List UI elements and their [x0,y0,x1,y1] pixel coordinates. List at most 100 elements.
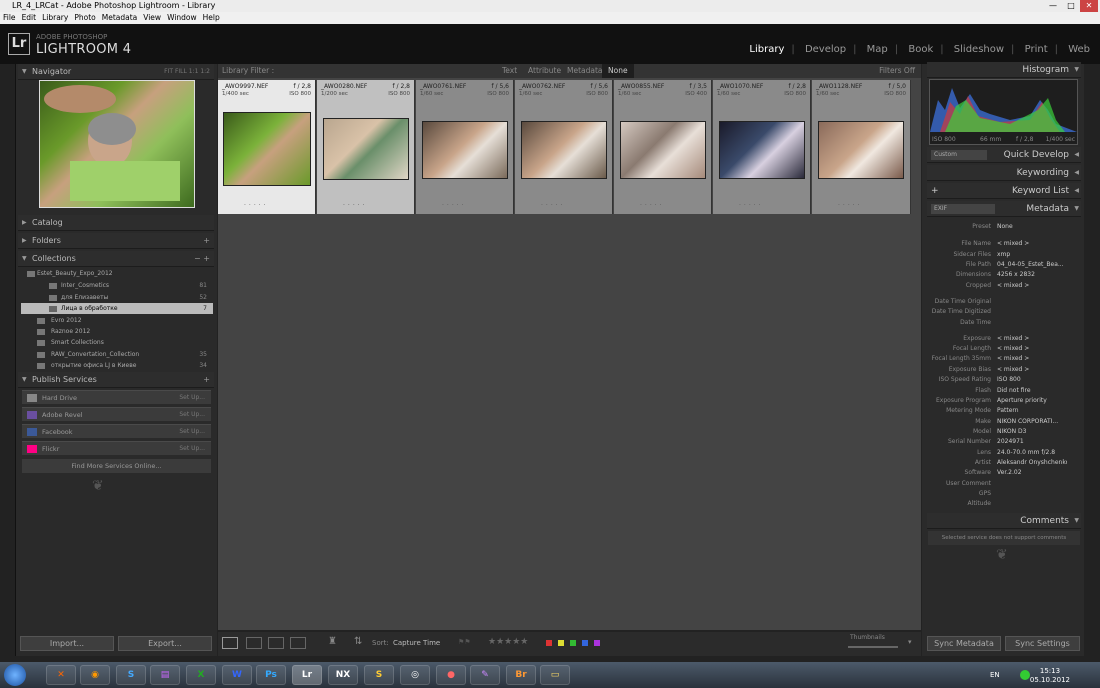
histogram-header[interactable]: Histogram ▼ [927,62,1081,78]
metadata-value[interactable]: < mixed > [997,334,1067,344]
menu-photo[interactable]: Photo [71,12,98,24]
metadata-value[interactable]: NIKON D3 [997,427,1067,437]
menu-edit[interactable]: Edit [19,12,40,24]
toolbar-menu-icon[interactable]: ▾ [908,638,912,646]
word-icon[interactable]: W [222,665,252,685]
menu-file[interactable]: File [0,12,19,24]
rating-dots[interactable]: ····· [640,202,665,209]
pen-tool-icon[interactable]: ✎ [470,665,500,685]
metadata-view-dropdown[interactable]: EXIF [931,204,995,214]
collections-actions-icon[interactable]: − + [194,251,210,267]
thumbnail[interactable] [719,121,805,179]
grid-view-icon[interactable] [222,637,238,649]
thumbnail[interactable] [323,118,409,180]
rating-dots[interactable]: ····· [442,202,467,209]
menu-library[interactable]: Library [39,12,71,24]
grid-cell[interactable]: _AWO0855.NEF f / 3,5 1/60 sec ISO 400 ····· [614,80,712,214]
setup-link[interactable]: Set Up... [179,442,205,456]
metadata-value[interactable]: < mixed > [997,281,1067,291]
module-map[interactable]: Map [867,44,888,55]
explorer-folder-icon[interactable]: ▭ [540,665,570,685]
system-clock[interactable]: 15:13 05.10.2012 [1030,667,1070,685]
metadata-value[interactable]: Aleksandr Onyshchenko [997,458,1067,468]
thumbnail[interactable] [620,121,706,179]
language-indicator[interactable]: EN [990,671,1000,679]
menu-window[interactable]: Window [164,12,200,24]
app-media-icon[interactable]: ◎ [400,665,430,685]
metadata-value[interactable]: 4256 x 2832 [997,270,1067,280]
metadata-value[interactable]: 24.0-70.0 mm f/2.8 [997,448,1067,458]
metadata-value[interactable]: < mixed > [997,239,1067,249]
sort-dropdown[interactable]: Capture Time [393,639,440,647]
chrome-icon[interactable]: ● [436,665,466,685]
photoshop-icon[interactable]: Ps [256,665,286,685]
publish-facebook[interactable]: Facebook Set Up... [22,424,211,438]
thumbnail-size-slider[interactable] [848,646,898,648]
setup-link[interactable]: Set Up... [179,391,205,405]
metadata-header[interactable]: EXIF Metadata ▼ [927,201,1081,217]
publish-services-header[interactable]: ▼ Publish Services + [18,372,214,388]
setup-link[interactable]: Set Up... [179,425,205,439]
navigator-header[interactable]: ▼ Navigator FIT FILL 1:1 1:2 [18,64,214,80]
collection-set[interactable]: Evro 2012 [21,315,213,326]
filter-tab-attribute[interactable]: Attribute [528,64,561,78]
grid-cell[interactable]: _AWO1070.NEF f / 2,8 1/60 sec ISO 800 ····· [713,80,811,214]
loupe-view-icon[interactable] [246,637,262,649]
maximize-icon[interactable]: □ [1062,0,1080,12]
folders-header[interactable]: ▶ Folders + [18,233,214,249]
skype-icon[interactable]: S [116,665,146,685]
color-label-purple[interactable] [594,640,600,646]
collection-item-selected[interactable]: Лица в обработке 7 [21,303,213,314]
collection-set[interactable]: Raznoe 2012 [21,326,213,337]
menu-help[interactable]: Help [200,12,223,24]
rating-dots[interactable]: ····· [739,202,764,209]
flag-icon[interactable]: ⚑⚑ [458,638,471,646]
color-label-blue[interactable] [582,640,588,646]
module-print[interactable]: Print [1025,44,1048,55]
metadata-value[interactable] [997,307,1067,317]
module-book[interactable]: Book [908,44,933,55]
thumbnail[interactable] [223,112,311,186]
collection-item[interactable]: Inter_Cosmetics 81 [21,280,213,291]
filters-off-dropdown[interactable]: Filters Off [879,64,915,78]
metadata-value[interactable] [997,479,1067,489]
color-label-red[interactable] [546,640,552,646]
metadata-value[interactable] [997,318,1067,328]
rating-dots[interactable]: ····· [541,202,566,209]
import-button[interactable]: Import... [20,636,114,651]
collections-header[interactable]: ▼ Collections − + [18,251,214,267]
menu-view[interactable]: View [140,12,164,24]
filter-tab-none[interactable]: None [602,64,634,78]
comments-header[interactable]: Comments ▼ [927,513,1081,529]
filter-tab-text[interactable]: Text [502,64,517,78]
metadata-value[interactable]: Did not fire [997,386,1067,396]
publish-adobe-revel[interactable]: Adobe Revel Set Up... [22,407,211,421]
export-button[interactable]: Export... [118,636,212,651]
collection-set[interactable]: Smart Collections [21,337,213,348]
color-label-yellow[interactable] [558,640,564,646]
thumbnail[interactable] [422,121,508,179]
quick-develop-preset-dropdown[interactable]: Custom [931,150,987,160]
winrar-icon[interactable]: ▤ [150,665,180,685]
grid-cell-selected[interactable]: _AWO9997.NEF f / 2,8 1/400 sec ISO 800 ····· [218,80,316,214]
metadata-value[interactable]: Ver.2.02 [997,468,1067,478]
close-icon[interactable]: ✕ [1080,0,1098,12]
sort-direction-icon[interactable]: ⇅ [354,636,362,647]
metadata-value[interactable]: 2024971 [997,437,1067,447]
collection-item[interactable]: RAW_Convertation_Collection 35 [21,349,213,360]
grid-cell[interactable]: _AWO1128.NEF f / 5,0 1/60 sec ISO 800 ····· [812,80,911,214]
rating-dots[interactable]: ····· [244,202,269,209]
add-service-icon[interactable]: + [203,372,210,388]
color-label-green[interactable] [570,640,576,646]
menu-metadata[interactable]: Metadata [99,12,141,24]
thumbnail[interactable] [818,121,904,179]
bridge-icon[interactable]: Br [506,665,536,685]
grid-cell[interactable]: _AWO0761.NEF f / 5,6 1/60 sec ISO 800 ····· [416,80,514,214]
sync-metadata-button[interactable]: Sync Metadata [927,636,1001,651]
metadata-value[interactable]: Pattern [997,406,1067,416]
sync-settings-button[interactable]: Sync Settings [1005,636,1080,651]
rating-dots[interactable]: ····· [343,202,368,209]
find-more-services-button[interactable]: Find More Services Online... [22,459,211,473]
app-s-icon[interactable]: S [364,665,394,685]
collection-item[interactable]: открытие офиса LJ в Киеве 34 [21,360,213,371]
